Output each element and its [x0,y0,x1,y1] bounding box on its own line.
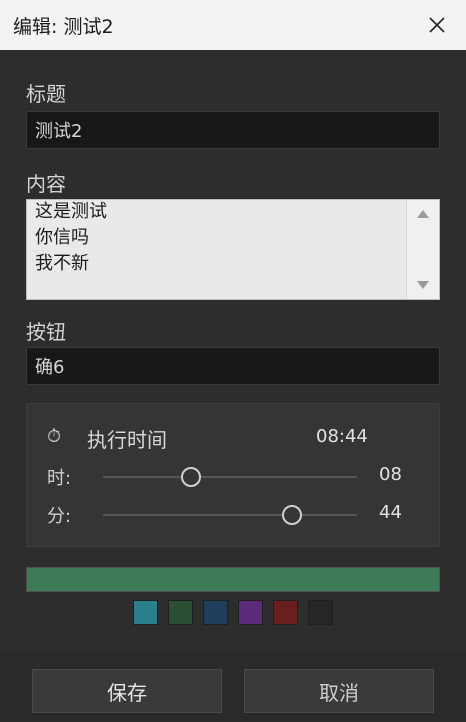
color-swatch[interactable] [238,600,263,625]
scroll-up-arrow-icon[interactable] [417,210,429,218]
color-swatch[interactable] [273,600,298,625]
color-swatches [133,600,333,625]
execute-time-value: 08:44 [316,426,368,447]
minute-value: 44 [379,502,402,523]
cancel-button[interactable]: 取消 [244,669,434,713]
title-bar: 编辑: 测试2 [0,0,466,50]
execute-time-box: ⏱ 执行时间 08:44 时: 08 分: 44 [26,403,440,547]
button-text-input[interactable]: 确6 [26,347,440,385]
dialog-footer: 保存 取消 [0,652,466,722]
color-swatch[interactable] [133,600,158,625]
color-swatch[interactable] [308,600,333,625]
content-field-label: 内容 [26,172,66,196]
selected-color-bar[interactable] [26,567,440,592]
content-scrollbar[interactable] [406,200,439,299]
hour-value: 08 [379,464,402,485]
hour-label: 时: [47,468,72,489]
stopwatch-icon: ⏱ [47,426,62,447]
scroll-down-arrow-icon[interactable] [417,281,429,289]
content-line: 你信吗 [35,227,89,248]
color-swatch[interactable] [168,600,193,625]
execute-time-label: 执行时间 [87,428,167,452]
close-button[interactable] [418,6,456,44]
hour-slider-thumb[interactable] [181,467,202,487]
button-field-label: 按钮 [26,320,66,344]
title-input[interactable]: 测试2 [26,111,440,149]
content-line: 这是测试 [35,201,107,222]
minute-slider[interactable] [103,505,357,525]
color-swatch[interactable] [203,600,228,625]
edit-panel: 标题 测试2 内容 这是测试 你信吗 我不新 按钮 确6 ⏱ 执行时间 08:4… [0,50,466,653]
close-icon [429,17,445,33]
content-textarea[interactable]: 这是测试 你信吗 我不新 [26,199,440,300]
title-field-label: 标题 [26,82,66,106]
window-title: 编辑: 测试2 [13,15,114,38]
minute-label: 分: [47,506,72,527]
save-button[interactable]: 保存 [32,669,222,713]
minute-slider-thumb[interactable] [282,505,303,525]
hour-slider[interactable] [103,467,357,487]
content-line: 我不新 [35,253,89,274]
